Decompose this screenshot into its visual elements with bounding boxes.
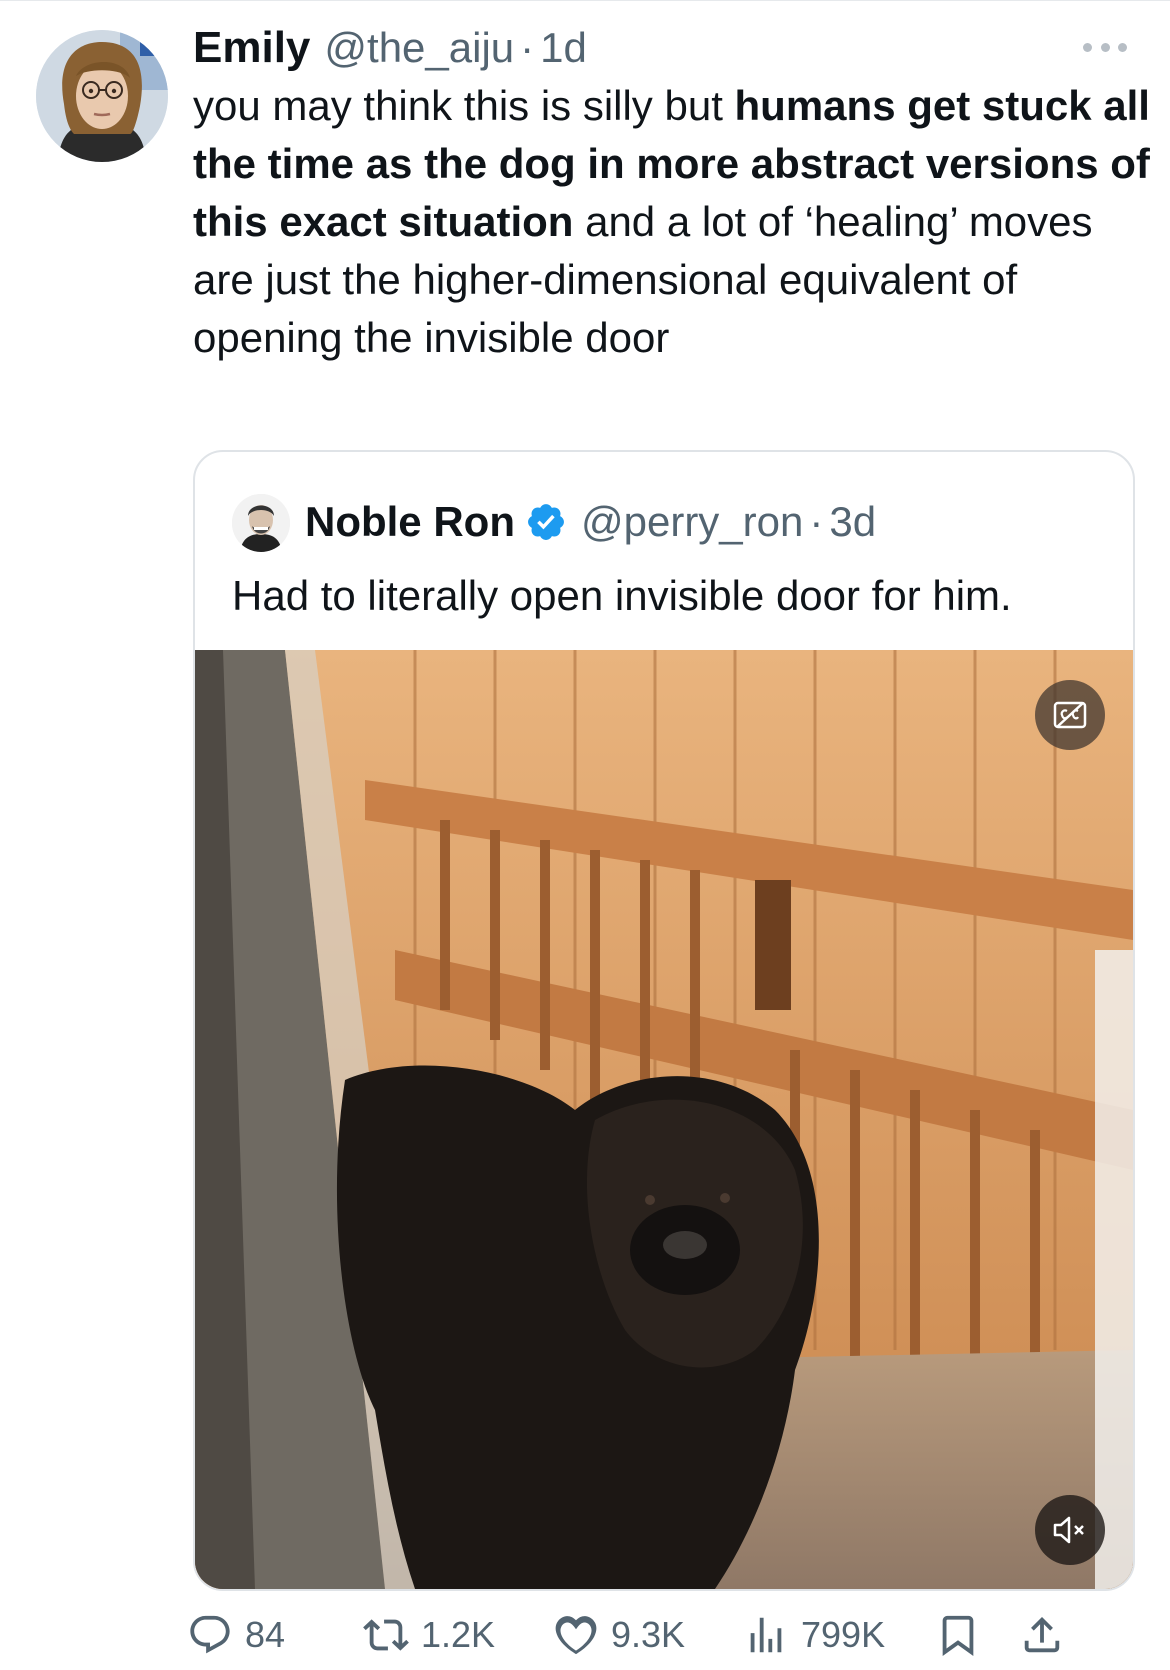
author-handle[interactable]: @the_aiju (324, 24, 514, 72)
quoted-header: Noble Ron @perry_ron · 3d (305, 490, 876, 554)
tweet-action-bar: 84 1.2K 9.3K 799K (190, 1605, 1133, 1665)
closed-captions-icon (1053, 701, 1087, 729)
reply-count: 84 (245, 1614, 286, 1655)
tweet-timestamp[interactable]: 1d (540, 24, 587, 72)
more-options-icon[interactable] (1083, 32, 1127, 62)
tweet-text: you may think this is silly but humans g… (193, 77, 1153, 367)
like-count: 9.3K (611, 1614, 686, 1655)
author-name[interactable]: Emily (193, 23, 310, 73)
top-divider (0, 0, 1170, 1)
quoted-author-handle[interactable]: @perry_ron (581, 498, 803, 546)
muted-speaker-icon (1053, 1516, 1084, 1544)
mute-toggle-button[interactable] (1035, 1495, 1105, 1565)
heart-icon (555, 1616, 597, 1655)
quoted-timestamp[interactable]: 3d (829, 498, 876, 546)
views-button[interactable]: 799K (743, 1605, 885, 1665)
bookmark-icon (942, 1615, 974, 1656)
quoted-avatar-image (232, 494, 290, 552)
repost-button[interactable]: 1.2K (363, 1605, 495, 1665)
bookmark-button[interactable] (935, 1605, 981, 1665)
author-avatar-image (36, 30, 168, 162)
share-icon (1024, 1616, 1060, 1653)
video-player[interactable] (195, 650, 1133, 1589)
like-button[interactable]: 9.3K (553, 1605, 685, 1665)
quoted-header-separator: · (809, 498, 824, 545)
tweet-text-part: you may think this is silly but (193, 82, 735, 129)
quoted-tweet-card[interactable]: Noble Ron @perry_ron · 3d Had to literal… (193, 450, 1135, 1591)
video-frame (195, 650, 1133, 1589)
views-count: 799K (801, 1614, 886, 1655)
more-dot (1100, 42, 1110, 52)
author-avatar[interactable] (36, 30, 168, 162)
quoted-author-avatar[interactable] (232, 494, 290, 552)
repost-icon (363, 1619, 409, 1651)
verified-badge-icon[interactable] (525, 501, 567, 543)
reply-icon (190, 1615, 230, 1654)
more-dot (1118, 42, 1127, 52)
more-dot (1083, 42, 1092, 52)
tweet-header: Emily @the_aiju · 1d (193, 20, 587, 76)
reply-button[interactable]: 84 (187, 1605, 285, 1665)
repost-count: 1.2K (421, 1614, 496, 1655)
closed-captions-button[interactable] (1035, 680, 1105, 750)
header-separator: · (520, 24, 535, 71)
views-chart-icon (750, 1617, 782, 1653)
quoted-tweet-text: Had to literally open invisible door for… (232, 572, 1012, 619)
share-button[interactable] (1019, 1605, 1065, 1665)
quoted-author-name[interactable]: Noble Ron (305, 498, 515, 546)
